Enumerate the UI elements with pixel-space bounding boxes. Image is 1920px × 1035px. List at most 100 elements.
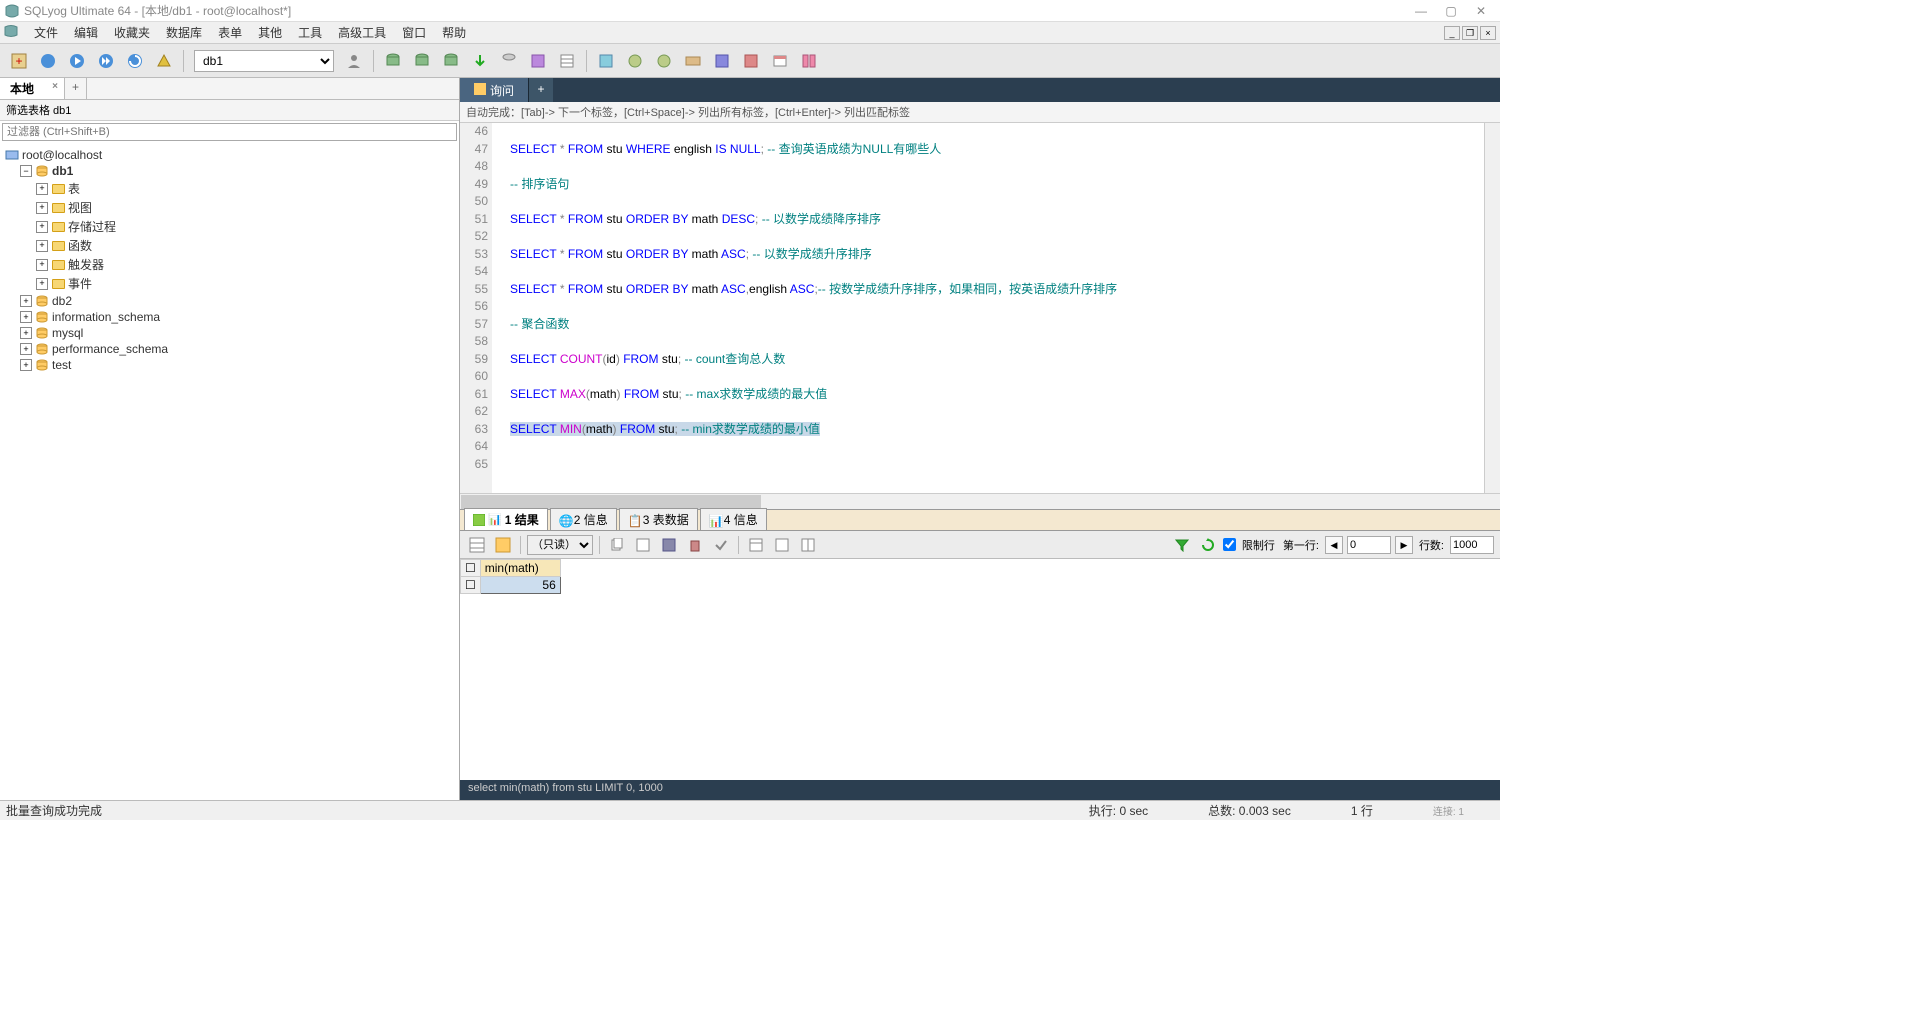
- result-tab-4[interactable]: 📊4 信息: [700, 508, 767, 530]
- system-menu-icon[interactable]: [4, 24, 20, 41]
- expand-icon[interactable]: +: [20, 359, 32, 371]
- tb-btn-7[interactable]: [554, 48, 580, 74]
- tb-btn-11[interactable]: [680, 48, 706, 74]
- result-grid[interactable]: ☐min(math) ☐56: [460, 559, 1500, 780]
- tb-btn-9[interactable]: [622, 48, 648, 74]
- menu-powertools[interactable]: 高级工具: [330, 24, 394, 41]
- result-tab-2[interactable]: 🌐2 信息: [550, 508, 617, 530]
- new-connection-button[interactable]: +: [6, 48, 32, 74]
- tb-btn-8[interactable]: [593, 48, 619, 74]
- tree-folder[interactable]: +视图: [2, 198, 457, 217]
- tb-btn-15[interactable]: [796, 48, 822, 74]
- filter-input[interactable]: [2, 123, 457, 141]
- table-row[interactable]: ☐56: [461, 577, 561, 594]
- next-page-button[interactable]: ▶: [1395, 536, 1413, 554]
- menu-other[interactable]: 其他: [250, 24, 290, 41]
- query-tab[interactable]: 询问: [460, 78, 529, 102]
- mdi-restore-button[interactable]: ❐: [1462, 26, 1478, 40]
- menu-window[interactable]: 窗口: [394, 24, 434, 41]
- code-area[interactable]: SELECT * FROM stu WHERE english IS NULL;…: [492, 123, 1484, 493]
- tree-folder[interactable]: +函数: [2, 236, 457, 255]
- menu-tools[interactable]: 工具: [290, 24, 330, 41]
- rtb-cancel-button[interactable]: [710, 534, 732, 556]
- result-tab-3[interactable]: 📋3 表数据: [619, 508, 698, 530]
- refresh-result-button[interactable]: [1197, 534, 1219, 556]
- execute-all-button[interactable]: [93, 48, 119, 74]
- collapse-icon[interactable]: −: [20, 165, 32, 177]
- tree-database[interactable]: +information_schema: [2, 309, 457, 325]
- tb-btn-5[interactable]: [496, 48, 522, 74]
- result-tab-1[interactable]: 📊 1 结果: [464, 508, 548, 530]
- rtb-view2-button[interactable]: [771, 534, 793, 556]
- edit-mode-select[interactable]: （只读）: [527, 535, 593, 555]
- rtb-dup-button[interactable]: [632, 534, 654, 556]
- form-view-button[interactable]: [492, 534, 514, 556]
- menu-database[interactable]: 数据库: [158, 24, 210, 41]
- expand-icon[interactable]: +: [36, 221, 48, 233]
- tb-btn-3[interactable]: [438, 48, 464, 74]
- expand-icon[interactable]: +: [36, 259, 48, 271]
- tree-folder[interactable]: +表: [2, 179, 457, 198]
- rtb-save-button[interactable]: [658, 534, 680, 556]
- add-query-tab-button[interactable]: +: [529, 78, 553, 102]
- rtb-view3-button[interactable]: [797, 534, 819, 556]
- close-connection-icon[interactable]: ×: [52, 81, 58, 92]
- prev-page-button[interactable]: ◀: [1325, 536, 1343, 554]
- expand-icon[interactable]: +: [36, 202, 48, 214]
- tb-btn-12[interactable]: [709, 48, 735, 74]
- tb-btn-10[interactable]: [651, 48, 677, 74]
- rtb-copy-button[interactable]: [606, 534, 628, 556]
- stop-button[interactable]: [151, 48, 177, 74]
- tb-btn-14[interactable]: [767, 48, 793, 74]
- user-button[interactable]: [341, 48, 367, 74]
- add-connection-button[interactable]: +: [65, 78, 87, 99]
- expand-icon[interactable]: +: [20, 343, 32, 355]
- expand-icon[interactable]: +: [20, 295, 32, 307]
- tree-folder[interactable]: +触发器: [2, 255, 457, 274]
- menu-help[interactable]: 帮助: [434, 24, 474, 41]
- limit-checkbox[interactable]: [1223, 538, 1236, 551]
- tb-btn-13[interactable]: [738, 48, 764, 74]
- menu-table[interactable]: 表单: [210, 24, 250, 41]
- grid-view-button[interactable]: [466, 534, 488, 556]
- expand-icon[interactable]: +: [20, 311, 32, 323]
- menu-favorites[interactable]: 收藏夹: [106, 24, 158, 41]
- tree-database[interactable]: +test: [2, 357, 457, 373]
- tb-btn-4[interactable]: [467, 48, 493, 74]
- tree-database[interactable]: +mysql: [2, 325, 457, 341]
- rows-input[interactable]: [1450, 536, 1494, 554]
- minimize-button[interactable]: —: [1406, 4, 1436, 18]
- expand-icon[interactable]: +: [20, 327, 32, 339]
- schema-tree[interactable]: root@localhost − db1 +表+视图+存储过程+函数+触发器+事…: [0, 143, 459, 800]
- first-row-input[interactable]: [1347, 536, 1391, 554]
- menu-file[interactable]: 文件: [26, 24, 66, 41]
- new-query-button[interactable]: [35, 48, 61, 74]
- tree-database[interactable]: +db2: [2, 293, 457, 309]
- row-selector[interactable]: ☐: [461, 577, 481, 594]
- editor-hscrollbar[interactable]: [460, 493, 1500, 509]
- tree-database[interactable]: +performance_schema: [2, 341, 457, 357]
- tree-root[interactable]: root@localhost: [2, 147, 457, 163]
- tree-folder[interactable]: +存储过程: [2, 217, 457, 236]
- close-button[interactable]: ✕: [1466, 4, 1496, 18]
- expand-icon[interactable]: +: [36, 183, 48, 195]
- cell-value[interactable]: 56: [480, 577, 560, 594]
- mdi-minimize-button[interactable]: _: [1444, 26, 1460, 40]
- connection-tab[interactable]: 本地 ×: [0, 78, 65, 99]
- expand-icon[interactable]: +: [36, 278, 48, 290]
- maximize-button[interactable]: ▢: [1436, 4, 1466, 18]
- refresh-button[interactable]: [122, 48, 148, 74]
- tb-btn-2[interactable]: [409, 48, 435, 74]
- menu-edit[interactable]: 编辑: [66, 24, 106, 41]
- tb-btn-1[interactable]: [380, 48, 406, 74]
- tree-db1[interactable]: − db1: [2, 163, 457, 179]
- expand-icon[interactable]: +: [36, 240, 48, 252]
- mdi-close-button[interactable]: ×: [1480, 26, 1496, 40]
- sql-editor[interactable]: 4647484950515253545556575859606162636465…: [460, 123, 1500, 493]
- database-selector[interactable]: db1: [194, 50, 334, 72]
- tree-folder[interactable]: +事件: [2, 274, 457, 293]
- editor-scrollbar[interactable]: [1484, 123, 1500, 493]
- column-header[interactable]: min(math): [480, 560, 560, 577]
- filter-icon[interactable]: [1171, 534, 1193, 556]
- rtb-view1-button[interactable]: [745, 534, 767, 556]
